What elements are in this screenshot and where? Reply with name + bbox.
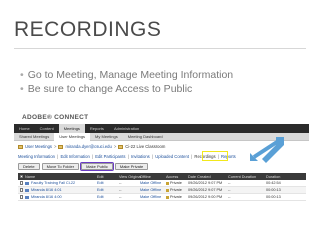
bullet-item: • Go to Meeting, Manage Meeting Informati… — [20, 68, 233, 82]
date-created-cell: 09/26/2012 9:07 PM — [188, 188, 223, 192]
bullet-dot: • — [20, 69, 24, 81]
link-separator: | — [127, 154, 129, 159]
lock-icon — [166, 195, 169, 199]
link-invitations[interactable]: Invitations — [131, 154, 150, 159]
link-edit-participants[interactable]: Edit Participants — [95, 154, 125, 159]
lock-icon — [166, 181, 169, 185]
tab-shared-meetings[interactable]: Shared Meetings — [14, 133, 54, 141]
header-edit: Edit — [97, 174, 104, 179]
access-cell: Private — [166, 188, 188, 192]
bullet-text: Go to Meeting, Manage Meeting Informatio… — [27, 69, 234, 81]
link-separator: | — [191, 154, 193, 159]
recording-name-cell: Faculty Training Fall Ci-22 — [25, 181, 97, 185]
folder-icon — [58, 144, 64, 149]
duration-cell: 00:42:54 — [266, 181, 281, 185]
select-all-cell — [18, 174, 25, 179]
recordings-table: Name Edit View Original Offline Access D… — [18, 173, 306, 201]
row-select-cell — [18, 195, 25, 199]
breadcrumb-separator: > — [113, 144, 117, 149]
access-value: Private — [170, 188, 182, 192]
slide-title: RECORDINGS — [14, 18, 162, 41]
bullet-list: • Go to Meeting, Manage Meeting Informati… — [20, 68, 233, 96]
title-divider — [14, 48, 306, 49]
make-public-button[interactable]: Make Public — [79, 161, 115, 172]
table-row: Miranda 8/16 4:01 Edit -- Make Offline P… — [18, 187, 306, 194]
access-value: Private — [170, 181, 182, 185]
header-duration: Duration — [266, 174, 281, 179]
current-duration-cell: -- — [228, 195, 231, 199]
row-select-cell — [18, 181, 25, 185]
recording-icon — [25, 188, 29, 192]
duration-cell: 00:00:13 — [266, 188, 281, 192]
make-offline-link[interactable]: Make Offline — [140, 181, 166, 185]
table-row: Faculty Training Fall Ci-22 Edit -- Make… — [18, 180, 306, 187]
recordings-highlight-box — [202, 151, 228, 161]
recording-name-cell: Miranda 8/16 4:01 — [25, 188, 97, 192]
pointer-arrow-icon — [250, 137, 284, 163]
edit-link[interactable]: Edit — [97, 188, 119, 192]
folder-icon — [18, 144, 23, 149]
meeting-icon — [118, 144, 124, 149]
move-to-folder-button[interactable]: Move To Folder — [41, 163, 80, 170]
breadcrumb-current: Ci-22 Live Classroom — [125, 144, 166, 149]
date-created-cell: 09/26/2012 9:07 PM — [188, 181, 223, 185]
tab-user-meetings[interactable]: User Meetings — [54, 132, 91, 141]
bullet-text: Be sure to change Access to Public — [27, 83, 193, 95]
select-all-checkbox[interactable] — [19, 174, 24, 179]
breadcrumb-user-meetings[interactable]: User Meetings — [25, 144, 52, 149]
header-offline: Offline — [140, 174, 151, 179]
breadcrumb: User Meetings > miranda.dyer@csuci.edu >… — [18, 144, 165, 149]
edit-link[interactable]: Edit — [97, 195, 119, 199]
recording-icon — [25, 195, 29, 199]
current-duration-cell: -- — [228, 181, 231, 185]
recording-name-link[interactable]: Faculty Training Fall Ci-22 — [31, 181, 75, 185]
delete-button[interactable]: Delete — [18, 163, 40, 170]
adobe-connect-screenshot: ADOBE® CONNECT Home Content Meetings Rep… — [14, 111, 309, 204]
access-value: Private — [170, 195, 182, 199]
access-cell: Private — [166, 181, 188, 185]
table-row: Miranda 8/16 4:00 Edit -- Make Offline P… — [18, 194, 306, 201]
recording-icon — [25, 181, 29, 185]
make-private-button[interactable]: Make Private — [114, 163, 149, 170]
header-current-duration: Current Duration — [228, 174, 257, 179]
recordings-toolbar: Delete Move To Folder Make Public Make P… — [18, 161, 149, 172]
link-edit-information[interactable]: Edit Information — [60, 154, 89, 159]
header-date-created: Date Created — [188, 174, 211, 179]
make-offline-link[interactable]: Make Offline — [140, 188, 166, 192]
tab-meeting-dashboard[interactable]: Meeting Dashboard — [123, 133, 168, 141]
tab-my-meetings[interactable]: My Meetings — [90, 133, 123, 141]
lock-icon — [166, 188, 169, 192]
link-separator: | — [151, 154, 154, 159]
breadcrumb-separator: > — [54, 144, 57, 149]
edit-link[interactable]: Edit — [97, 181, 119, 185]
view-original-cell: -- — [119, 181, 122, 185]
view-original-cell: -- — [119, 195, 122, 199]
bullet-dot: • — [20, 83, 24, 95]
row-checkbox[interactable] — [19, 195, 24, 199]
view-original-cell: -- — [119, 188, 122, 192]
breadcrumb-user-folder[interactable]: miranda.dyer@csuci.edu — [65, 144, 111, 149]
duration-cell: 00:00:13 — [266, 195, 281, 199]
recording-name-cell: Miranda 8/16 4:00 — [25, 195, 97, 199]
current-duration-cell: -- — [228, 188, 231, 192]
header-name[interactable]: Name — [25, 175, 97, 179]
link-uploaded-content[interactable]: Uploaded Content — [155, 154, 189, 159]
link-separator: | — [57, 154, 59, 159]
row-select-cell — [18, 188, 25, 192]
make-offline-link[interactable]: Make Offline — [140, 195, 166, 199]
row-checkbox[interactable] — [19, 188, 24, 192]
link-separator: | — [91, 154, 94, 159]
header-view-original: View Original — [119, 174, 142, 179]
access-cell: Private — [166, 195, 188, 199]
link-meeting-information[interactable]: Meeting Information — [18, 154, 55, 159]
recording-name-link[interactable]: Miranda 8/16 4:01 — [31, 188, 62, 192]
row-checkbox[interactable] — [19, 181, 24, 185]
header-access: Access — [166, 174, 179, 179]
table-header: Name Edit View Original Offline Access D… — [18, 173, 306, 180]
date-created-cell: 09/26/2012 9:00 PM — [188, 195, 223, 199]
bullet-item: • Be sure to change Access to Public — [20, 82, 233, 96]
adobe-connect-logo: ADOBE® CONNECT — [22, 114, 89, 121]
recording-name-link[interactable]: Miranda 8/16 4:00 — [31, 195, 62, 199]
